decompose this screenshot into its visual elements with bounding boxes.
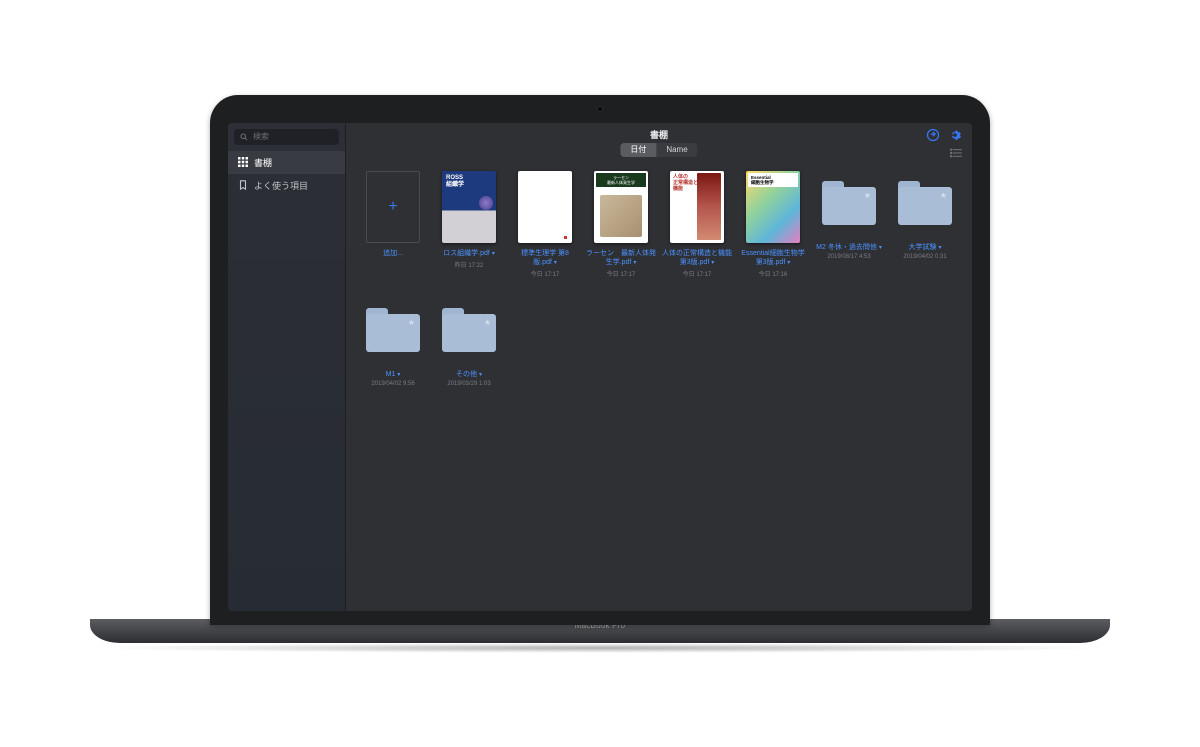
sidebar-item-bookshelf[interactable]: 書棚 [228, 151, 345, 174]
toolbar: 書棚 日付 Name [346, 123, 972, 153]
star-icon: ★ [864, 191, 871, 200]
star-icon: ★ [940, 191, 947, 200]
sync-icon[interactable] [926, 128, 940, 147]
item-title: 大学試験▾ [890, 243, 960, 253]
chevron-down-icon[interactable]: ▾ [397, 372, 400, 378]
book-cover [594, 171, 648, 243]
sidebar: 検索 書棚 よく使う項目 [228, 123, 346, 611]
bookmark-icon [238, 180, 248, 190]
camera-dot [597, 106, 603, 112]
sort-segmented: 日付 Name [620, 143, 697, 157]
chevron-down-icon[interactable]: ▾ [492, 251, 495, 257]
folder-icon: ★ [822, 181, 876, 237]
chevron-down-icon[interactable]: ▾ [787, 260, 790, 266]
book-item[interactable]: Essential細胞生物学 第3版.pdf▾ 今日 17:16 [738, 171, 808, 278]
sidebar-item-favorites[interactable]: よく使う項目 [228, 174, 345, 197]
grid-icon [238, 157, 248, 167]
chevron-down-icon[interactable]: ▾ [938, 245, 941, 251]
sidebar-item-label: 書棚 [254, 156, 272, 169]
sidebar-item-label: よく使う項目 [254, 179, 308, 192]
item-meta: 2019/04/02 9:56 [371, 381, 414, 387]
item-title: Essential細胞生物学 第3版.pdf▾ [738, 249, 808, 268]
book-item[interactable]: 人体の正常構造と機能 第3版.pdf▾ 今日 17:17 [662, 171, 732, 278]
sort-tab-name[interactable]: Name [656, 143, 697, 157]
item-meta: 今日 17:16 [759, 269, 788, 278]
item-meta: 昨日 17:22 [455, 260, 484, 269]
add-icon: + [366, 171, 420, 243]
app-window: 検索 書棚 よく使う項目 [228, 123, 972, 611]
folder-item[interactable]: ★ M2 冬休・過去問他▾ 2019/08/17 4:53 [814, 171, 884, 278]
page-title: 書棚 [650, 128, 668, 141]
item-meta: 2019/03/29 1:03 [447, 381, 490, 387]
item-meta: 2019/08/17 4:53 [827, 254, 870, 260]
add-item[interactable]: + 追加... [358, 171, 428, 278]
book-item[interactable]: ラーセン 最新人体発生学.pdf▾ 今日 17:17 [586, 171, 656, 278]
folder-icon: ★ [442, 308, 496, 364]
book-cover [442, 171, 496, 243]
book-item[interactable]: ロス組織学.pdf▾ 昨日 17:22 [434, 171, 504, 278]
search-input[interactable]: 検索 [234, 129, 339, 145]
chevron-down-icon[interactable]: ▾ [633, 260, 636, 266]
item-meta: 今日 17:17 [683, 269, 712, 278]
item-meta: 今日 17:17 [531, 269, 560, 278]
item-meta: 2019/04/02 0:31 [903, 254, 946, 260]
book-cover [670, 171, 724, 243]
item-title: その他▾ [434, 370, 504, 380]
chevron-down-icon[interactable]: ▾ [554, 260, 557, 266]
search-wrap: 検索 [228, 123, 345, 151]
item-meta: 今日 17:17 [607, 269, 636, 278]
folder-item[interactable]: ★ M1▾ 2019/04/02 9:56 [358, 298, 428, 387]
main-area: 書棚 日付 Name [346, 123, 972, 611]
screen-bezel: 検索 書棚 よく使う項目 [210, 95, 990, 625]
add-label: 追加... [358, 249, 428, 258]
chevron-down-icon[interactable]: ▾ [711, 260, 714, 266]
macbook-frame: 検索 書棚 よく使う項目 [180, 95, 1020, 653]
folder-icon: ★ [898, 181, 952, 237]
book-cover [518, 171, 572, 243]
item-title: M2 冬休・過去問他▾ [814, 243, 884, 253]
item-title: ロス組織学.pdf▾ [434, 249, 504, 259]
base-shadow [90, 643, 1110, 653]
search-placeholder: 検索 [253, 131, 269, 142]
chevron-down-icon[interactable]: ▾ [479, 372, 482, 378]
folder-item[interactable]: ★ その他▾ 2019/03/29 1:03 [434, 298, 504, 387]
search-icon [239, 132, 249, 142]
folder-icon: ★ [366, 308, 420, 364]
star-icon: ★ [408, 318, 415, 327]
book-item[interactable]: 標準生理学 第8版.pdf▾ 今日 17:17 [510, 171, 580, 278]
item-title: 人体の正常構造と機能 第3版.pdf▾ [662, 249, 732, 268]
chevron-down-icon[interactable]: ▾ [879, 245, 882, 251]
folder-item[interactable]: ★ 大学試験▾ 2019/04/02 0:31 [890, 171, 960, 278]
star-icon: ★ [484, 318, 491, 327]
item-title: 標準生理学 第8版.pdf▾ [510, 249, 580, 268]
book-cover [746, 171, 800, 243]
item-title: M1▾ [358, 370, 428, 380]
sort-tab-date[interactable]: 日付 [620, 143, 656, 157]
items-grid: + 追加... ロス組織学.pdf▾ 昨日 17:22 標準生理学 [358, 171, 960, 387]
grid-area: + 追加... ロス組織学.pdf▾ 昨日 17:22 標準生理学 [346, 153, 972, 611]
list-view-icon[interactable] [950, 145, 962, 163]
item-title: ラーセン 最新人体発生学.pdf▾ [586, 249, 656, 268]
